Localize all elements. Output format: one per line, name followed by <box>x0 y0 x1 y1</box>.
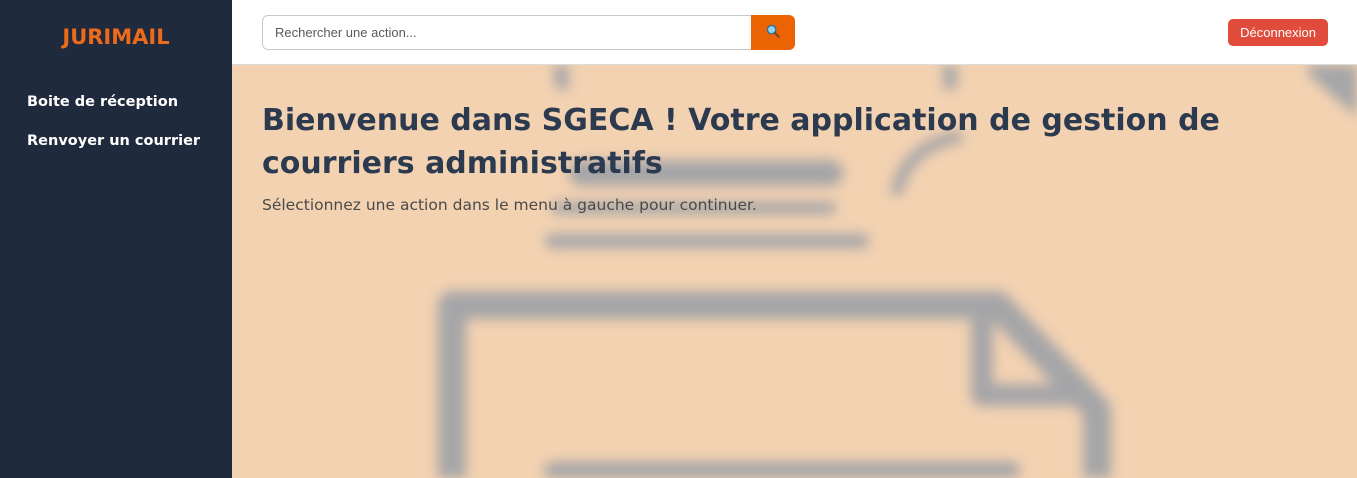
logout-button[interactable]: Déconnexion <box>1228 19 1328 46</box>
search-icon <box>766 24 780 41</box>
welcome-text: Bienvenue dans SGECA ! Votre application… <box>262 99 1322 214</box>
brand-logo[interactable]: JURIMAIL <box>0 0 232 76</box>
search-button[interactable] <box>751 15 795 50</box>
sidebar: JURIMAIL Boite de réception Renvoyer un … <box>0 0 232 478</box>
sidebar-item-resend-mail[interactable]: Renvoyer un courrier <box>0 130 232 174</box>
search-bar <box>262 15 795 50</box>
top-bar: Déconnexion <box>232 0 1357 65</box>
search-input[interactable] <box>262 15 751 50</box>
main-area: Déconnexion Bienvenue <box>232 0 1357 478</box>
page-title: Bienvenue dans SGECA ! Votre application… <box>262 103 1220 181</box>
welcome-section: Bienvenue dans SGECA ! Votre application… <box>232 65 1357 478</box>
sidebar-nav: Boite de réception Renvoyer un courrier <box>0 76 232 174</box>
sidebar-item-inbox[interactable]: Boite de réception <box>0 76 232 130</box>
page-subtitle: Sélectionnez une action dans le menu à g… <box>262 196 757 214</box>
app-window: JURIMAIL Boite de réception Renvoyer un … <box>0 0 1357 478</box>
